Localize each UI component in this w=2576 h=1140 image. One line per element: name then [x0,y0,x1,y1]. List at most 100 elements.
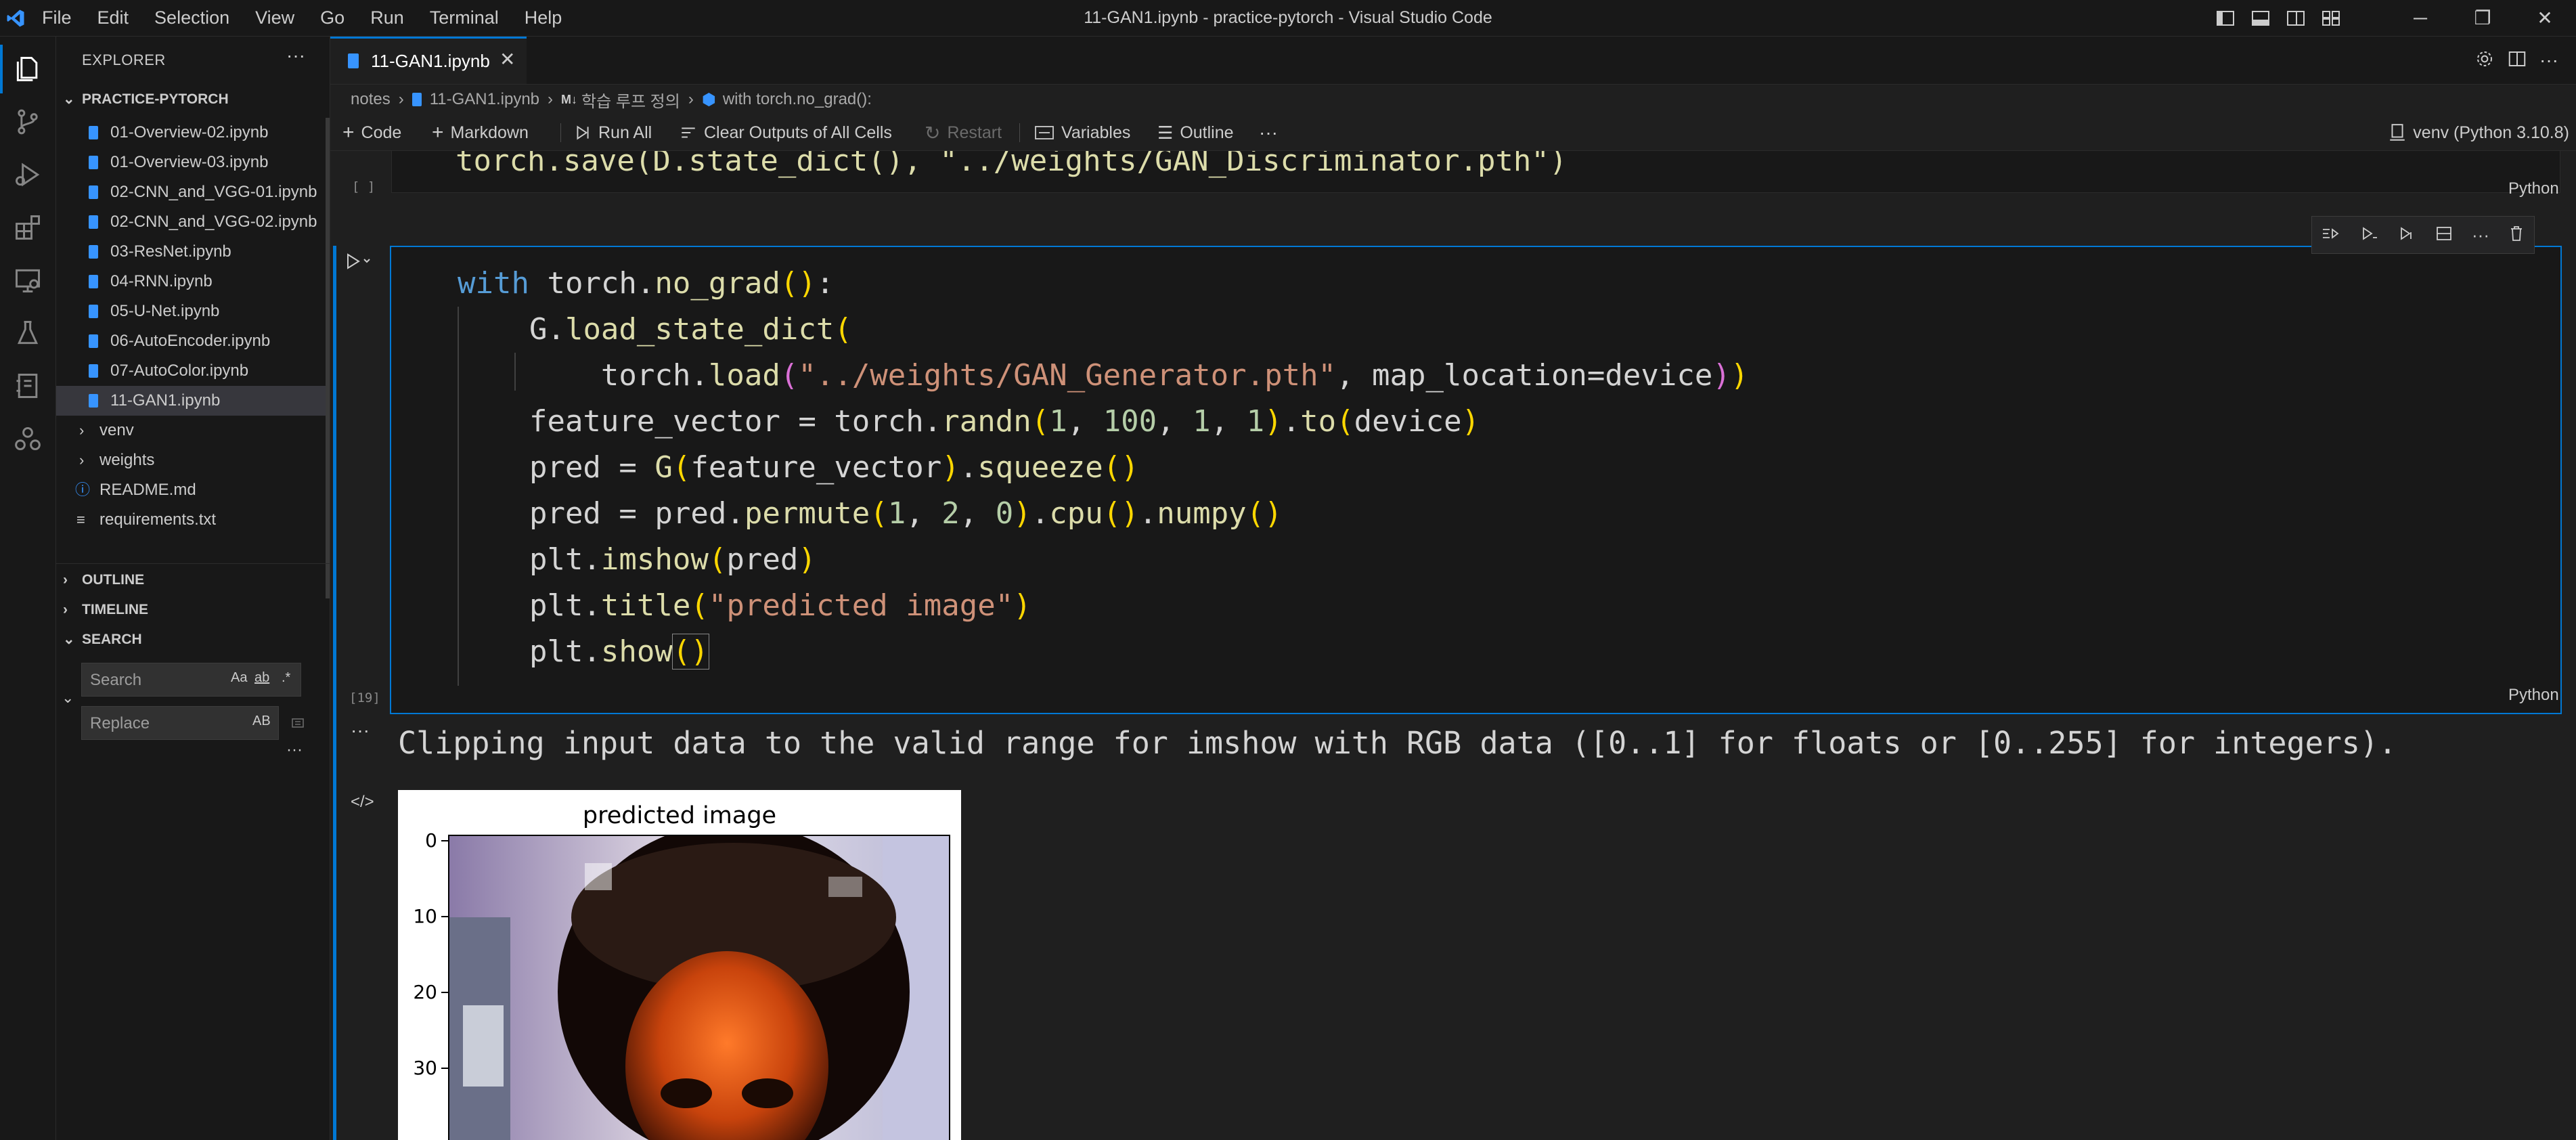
file-item[interactable]: 01-Overview-03.ipynb [56,148,326,177]
y-tick-mark [441,916,448,917]
folder-item-weights[interactable]: › weights [56,445,326,475]
file-item[interactable]: 05-U-Net.ipynb [56,297,326,326]
output-mime-icon[interactable]: </> [351,793,374,812]
kernel-picker[interactable]: venv (Python 3.10.8) [2389,115,2569,150]
notebook-file-icon [89,156,98,169]
minimize-button[interactable]: ─ [2389,0,2451,36]
file-item[interactable]: 02-CNN_and_VGG-02.ipynb [56,207,326,237]
more-toolbar-actions-icon[interactable]: ··· [1259,115,1278,150]
regex-icon[interactable]: .* [282,670,290,686]
file-item[interactable]: 07-AutoColor.ipynb [56,356,326,386]
file-item-selected[interactable]: 11-GAN1.ipynb [56,386,326,416]
outline-section-header[interactable]: › OUTLINE [56,566,330,594]
customize-layout-icon[interactable] [2313,0,2349,36]
jupyter-icon[interactable] [0,361,55,410]
markdown-icon: M↓ [561,92,578,106]
execute-and-below-icon[interactable] [2359,225,2378,245]
remote-explorer-icon[interactable] [0,256,55,305]
execution-count: [ ] [352,179,376,194]
file-item[interactable]: 03-ResNet.ipynb [56,237,326,267]
source-control-icon[interactable] [0,97,55,146]
replace-input[interactable]: Replace AB [81,706,279,740]
project-section-header[interactable]: ⌄ PRACTICE-PYTORCH [56,85,330,114]
file-item-readme[interactable]: ⓘ README.md [56,475,326,505]
close-tab-icon[interactable]: ✕ [499,48,515,70]
breadcrumb-item-notes[interactable]: notes [351,90,391,109]
split-cell-icon[interactable] [2435,225,2453,245]
toggle-replace-chevron-icon[interactable]: ⌄ [62,689,74,707]
search-more-actions-icon[interactable]: ··· [286,741,303,760]
folder-item-venv[interactable]: › venv [56,416,326,445]
settings-gear-icon[interactable] [2474,49,2495,72]
testing-icon[interactable] [0,309,55,357]
menu-edit[interactable]: Edit [97,7,129,28]
chevron-right-icon: › [548,90,554,108]
preserve-case-icon[interactable]: AB [252,714,271,729]
run-and-debug-icon[interactable] [0,150,55,199]
kernel-icon [2390,124,2405,141]
menu-help[interactable]: Help [525,7,562,28]
plus-icon: + [342,121,355,144]
file-item[interactable]: 04-RNN.ipynb [56,267,326,297]
split-editor-icon[interactable] [2507,49,2527,72]
cell-language[interactable]: Python [2508,179,2559,198]
explorer-more-actions-icon[interactable]: ··· [286,45,305,66]
more-actions-icon[interactable]: ··· [2539,49,2558,71]
close-window-button[interactable]: ✕ [2514,0,2576,36]
variables-icon [1035,126,1054,139]
match-case-icon[interactable]: Aa [231,670,247,686]
toggle-primary-sidebar-icon[interactable] [2208,0,2243,36]
cell-language[interactable]: Python [2508,686,2559,705]
explorer-icon[interactable] [0,45,55,93]
add-code-cell-button[interactable]: + Code [342,115,401,150]
title-controls: ─ ❐ ✕ [2208,0,2576,36]
restore-button[interactable]: ❐ [2451,0,2514,36]
y-tick-label: 10 [413,905,437,927]
file-item[interactable]: 02-CNN_and_VGG-01.ipynb [56,177,326,207]
code-line: with torch.no_grad(): [458,266,835,301]
file-item-requirements[interactable]: ≡ requirements.txt [56,505,326,535]
code-line: pred = pred.permute(1, 2, 0).cpu().numpy… [458,496,1283,531]
breadcrumb-item-section[interactable]: 학습 루프 정의 [581,88,680,112]
tab-11-gan1[interactable]: 11-GAN1.ipynb ✕ [330,37,527,84]
menu-file[interactable]: File [42,7,72,28]
variables-button[interactable]: Variables [1034,115,1130,150]
accounts-icon[interactable] [0,414,55,463]
menu-go[interactable]: Go [320,7,345,28]
menu-run[interactable]: Run [370,7,404,28]
output-more-actions-icon[interactable]: ··· [351,720,370,741]
code-cell-previous[interactable]: torch.save(D.state_dict(), "../weights/G… [391,151,2560,193]
replace-all-icon[interactable] [290,715,306,736]
toggle-secondary-sidebar-icon[interactable] [2278,0,2313,36]
timeline-section-header[interactable]: › TIMELINE [56,596,330,624]
menu-terminal[interactable]: Terminal [430,7,499,28]
menu-view[interactable]: View [255,7,294,28]
breadcrumb-item-symbol[interactable]: with torch.no_grad(): [723,90,872,109]
file-item[interactable]: 06-AutoEncoder.ipynb [56,326,326,356]
search-input[interactable]: Search Aa ab .* [81,663,301,697]
cell-more-actions-icon[interactable]: ··· [2472,225,2489,246]
execute-below-icon[interactable] [2397,225,2416,245]
file-item[interactable]: 01-Overview-02.ipynb [56,118,326,148]
clear-outputs-button[interactable]: Clear Outputs of All Cells [680,115,892,150]
chevron-right-icon: › [79,422,85,439]
restart-kernel-button[interactable]: ↻ Restart [925,115,1002,150]
code-cell-active[interactable]: with torch.no_grad(): G.load_state_dict(… [390,246,2562,714]
execute-above-icon[interactable] [2322,225,2340,245]
editor-tab-bar: 11-GAN1.ipynb ✕ ··· [330,37,2576,85]
cell-editor[interactable]: with torch.no_grad(): G.load_state_dict(… [458,261,1748,675]
delete-cell-icon[interactable] [2508,225,2525,246]
extensions-icon[interactable] [0,203,55,252]
y-tick-label: 0 [425,829,437,852]
chevron-down-icon: ⌄ [63,632,75,647]
match-whole-word-icon[interactable]: ab [254,670,269,686]
outline-button[interactable]: ☰ Outline [1157,115,1234,150]
sidebar-scrollbar[interactable] [326,118,330,598]
run-all-button[interactable]: Run All [574,115,652,150]
menu-selection[interactable]: Selection [154,7,229,28]
toggle-panel-icon[interactable] [2243,0,2278,36]
add-markdown-cell-button[interactable]: + Markdown [432,115,529,150]
breadcrumb-item-file[interactable]: 11-GAN1.ipynb [430,90,539,109]
search-section-header[interactable]: ⌄ SEARCH [56,626,330,654]
run-cell-button[interactable] [345,251,372,275]
